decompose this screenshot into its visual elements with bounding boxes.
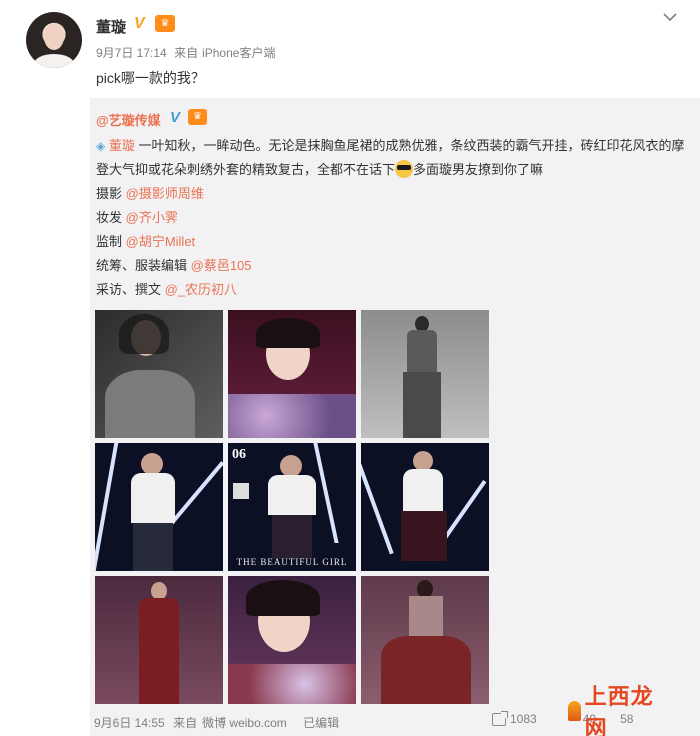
repost-count: 1083: [510, 712, 537, 726]
credit-label: 统筹、服装编辑: [96, 258, 191, 273]
watermark-text: 上西龙网: [584, 685, 654, 736]
weibo-post: 董璇 V ♛ 9月7日 17:14 来自 iPhone客户端 pick哪一款的我？…: [0, 0, 700, 736]
photo-thumbnail[interactable]: [95, 310, 223, 438]
chevron-down-icon[interactable]: [662, 10, 678, 24]
repost-source[interactable]: 微博 weibo.com: [202, 716, 287, 730]
magazine-cover-thumbnail[interactable]: 06 THE BEAUTIFUL GIRL: [228, 443, 356, 571]
credit-handle[interactable]: @摄影师周维: [126, 186, 204, 201]
photo-thumbnail[interactable]: [361, 443, 489, 571]
vip-badge-icon[interactable]: ♛: [155, 15, 175, 32]
repost-caption-end: 多面璇男友撩到你了嘛: [413, 162, 544, 177]
credit-label: 摄影: [96, 186, 126, 201]
credit-line: 监制 @胡宁Millet: [96, 230, 686, 254]
share-icon: [492, 710, 508, 726]
repost-caption: 一叶知秋，一眸动色。无论是抹胸鱼尾裙的成熟优雅，条纹西装的霸气开挂，砖红印花风衣…: [96, 138, 685, 177]
repost-button[interactable]: 1083: [492, 710, 537, 726]
credit-line: 采访、撰文 @_农历初八: [96, 278, 686, 302]
post-meta: 9月7日 17:14 来自 iPhone客户端: [96, 44, 279, 61]
repost-author[interactable]: @艺璇传媒: [96, 110, 161, 129]
edited-label[interactable]: 已编辑: [303, 716, 339, 730]
credit-label: 监制: [96, 234, 126, 249]
post-source[interactable]: iPhone客户端: [202, 46, 275, 60]
credit-handle[interactable]: @蔡邑105: [191, 258, 252, 273]
cool-emoji-icon: [395, 160, 414, 178]
repost-date[interactable]: 9月6日 14:55: [94, 716, 165, 730]
repost-text: ◈ 董璇 一叶知秋，一眸动色。无论是抹胸鱼尾裙的成熟优雅，条纹西装的霸气开挂，砖…: [96, 134, 686, 302]
credit-label: 采访、撰文: [96, 282, 165, 297]
source-prefix: 来自: [173, 716, 198, 730]
post-text: pick哪一款的我？: [96, 70, 205, 86]
watermark-logo-icon: [568, 701, 581, 721]
avatar[interactable]: [26, 12, 82, 68]
photo-thumbnail[interactable]: [228, 310, 356, 438]
source-prefix: 来自: [174, 46, 199, 60]
photo-thumbnail[interactable]: [361, 310, 489, 438]
photo-thumbnail[interactable]: [95, 443, 223, 571]
repost-meta: 9月6日 14:55 来自 微博 weibo.com 已编辑: [94, 714, 344, 731]
avatar-face: [44, 24, 64, 50]
credit-handle[interactable]: @胡宁Millet: [126, 234, 196, 249]
avatar-shirt: [34, 54, 74, 68]
credit-line: 摄影 @摄影师周维: [96, 182, 686, 206]
cover-issue-number: 06: [232, 447, 246, 462]
verified-v-icon: V: [134, 15, 145, 32]
site-watermark: 上西龙网: [568, 685, 668, 736]
credit-handle[interactable]: @_农历初八: [165, 282, 237, 297]
vip-badge-icon[interactable]: ♛: [188, 109, 207, 125]
cover-title: THE BEAUTIFUL GIRL: [236, 557, 348, 567]
username[interactable]: 董璇: [96, 16, 126, 37]
verified-v-icon: V: [170, 109, 181, 126]
credit-label: 妆发: [96, 210, 126, 225]
photo-thumbnail[interactable]: [361, 576, 489, 704]
credit-handle[interactable]: @齐小霁: [126, 210, 178, 225]
user-link-icon: ◈: [96, 139, 106, 153]
photo-thumbnail[interactable]: [95, 576, 223, 704]
post-date[interactable]: 9月7日 17:14: [96, 46, 167, 60]
credit-line: 妆发 @齐小霁: [96, 206, 686, 230]
mention-link[interactable]: 董璇: [109, 138, 135, 153]
photo-thumbnail[interactable]: [228, 576, 356, 704]
repost-box: @艺璇传媒 V ♛ ◈ 董璇 一叶知秋，一眸动色。无论是抹胸鱼尾裙的成熟优雅，条…: [90, 98, 700, 736]
photo-grid: 06 THE BEAUTIFUL GIRL: [95, 310, 490, 705]
credit-line: 统筹、服装编辑 @蔡邑105: [96, 254, 686, 278]
